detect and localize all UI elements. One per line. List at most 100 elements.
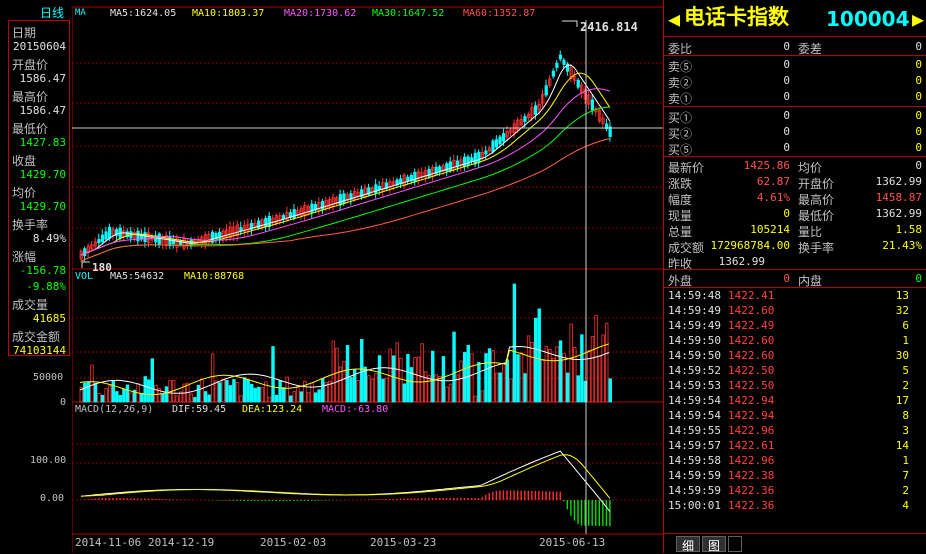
volume-bar [147, 379, 151, 403]
candle [97, 239, 101, 244]
volume-bar [342, 360, 346, 403]
turnover-q-value: 21.43% [882, 239, 922, 252]
candle [576, 79, 580, 88]
volume-bar [164, 386, 169, 403]
tick-price: 1422.60 [728, 304, 775, 317]
quote-panel: ◀ 电话卡指数 100004 ▶ 委比 0 委差 0 卖⑤ 0 0 卖② 0 0… [663, 0, 926, 553]
tick-row: 15:00:01 1422.36 4 [664, 499, 926, 514]
volume-bar [193, 397, 197, 403]
volume-bar [541, 359, 545, 403]
volume-bar [292, 391, 296, 403]
candle [100, 234, 105, 243]
total-value: 105214 [750, 223, 790, 236]
left-info-panel: 日期 20150604 开盘价 1586.47 最高价 1586.47 最低价 … [8, 20, 70, 357]
open-label: 开盘价 [12, 58, 49, 72]
latest-label: 最新价 [668, 161, 705, 175]
left-arrow-icon[interactable]: ◀ [668, 9, 680, 29]
low-label: 最低价 [12, 122, 49, 136]
index-name: 电话卡指数 [684, 5, 789, 29]
tick-volume: 2 [902, 484, 909, 497]
tick-price: 1422.94 [728, 409, 775, 422]
vol-ma10-label: MA10:88768 [184, 271, 245, 282]
macd-tick-0: 0.00 [40, 493, 65, 504]
volume-bar [374, 373, 378, 403]
volume-bar [310, 382, 314, 403]
volume-bar [576, 375, 580, 403]
macd-dif-line [80, 450, 611, 512]
chart-area[interactable]: MA MA5:1624.05 MA10:1803.37 MA20:1730.62… [72, 0, 663, 553]
volume-bar [331, 340, 336, 403]
volume-bar [466, 344, 470, 403]
volume-bar [253, 387, 257, 403]
tick-volume: 3 [902, 424, 909, 437]
candle [342, 193, 346, 205]
avgp-value: 0 [915, 159, 922, 172]
volume-bar [242, 377, 247, 403]
turnover-value: 8.49% [32, 232, 66, 245]
date-value: 20150604 [13, 40, 66, 53]
candle [533, 105, 538, 115]
turnover-label: 换手率 [12, 218, 49, 232]
candle [523, 116, 527, 123]
volume-bar [271, 346, 275, 403]
volume-bar [537, 308, 541, 403]
volume-bar [235, 382, 240, 403]
tick-time: 14:59:57 [668, 439, 721, 452]
open-price-value: 1362.99 [875, 175, 922, 188]
candle [292, 209, 296, 219]
vol-label: VOL [75, 271, 94, 282]
tick-time: 14:59:54 [668, 394, 721, 407]
avgp-label: 均价 [798, 161, 823, 175]
volume-bar [267, 396, 272, 403]
tick-time: 14:59:52 [668, 364, 721, 377]
weicha-value: 0 [915, 40, 922, 53]
volume-bar [448, 383, 453, 403]
volume-bar [189, 393, 194, 403]
volume-bar [384, 377, 389, 403]
tick-time: 14:59:48 [668, 289, 721, 302]
buy1-label: 买① [668, 111, 693, 125]
volume-bar [100, 394, 105, 403]
amount-label: 成交金额 [12, 330, 61, 344]
tick-volume: 4 [902, 499, 909, 512]
tick-price: 1422.50 [728, 364, 775, 377]
candle [473, 152, 477, 165]
candle [157, 233, 161, 246]
volume-bar [335, 347, 339, 403]
x-tick-2: 2014-12-19 [148, 536, 215, 549]
amount-value: 74103144 [13, 344, 66, 357]
tick-price: 1422.36 [728, 499, 775, 512]
avg-value: 1429.70 [19, 200, 66, 213]
vol-tick-0: 0 [60, 397, 67, 408]
tab-chart[interactable]: 图 [702, 536, 726, 553]
candle [491, 140, 495, 153]
volume-bar [125, 384, 130, 403]
period-label[interactable]: 日线 [40, 7, 64, 19]
tick-price: 1422.96 [728, 424, 775, 437]
tab-detail[interactable]: 细 [676, 536, 700, 553]
low-price-value: 1362.99 [875, 207, 922, 220]
volume-bar [306, 392, 311, 403]
volume-bar [196, 384, 201, 403]
tick-row: 14:59:53 1422.50 2 [664, 379, 926, 394]
volume-bar [505, 359, 509, 403]
volume-bar [207, 394, 211, 403]
sell2-label: 卖② [668, 76, 693, 90]
ma30-label: MA30:1647.52 [372, 8, 445, 19]
tab-bar: 细 图 [664, 535, 926, 553]
macd-title: MACD(12,26,9) [75, 404, 154, 415]
x-tick-4: 2015-03-23 [370, 536, 437, 549]
close-value: 1429.70 [19, 168, 66, 181]
volume-bar [139, 392, 144, 403]
right-arrow-icon[interactable]: ▶ [912, 9, 924, 29]
ma-label: MA [75, 8, 86, 18]
volume-value: 41685 [32, 312, 66, 325]
tick-price: 1422.60 [728, 349, 775, 362]
high-marker: 2416.814 [580, 20, 638, 34]
candle [494, 139, 499, 148]
volume-bar [129, 392, 133, 403]
volume-bar [452, 331, 456, 403]
tick-row: 14:59:52 1422.50 5 [664, 364, 926, 379]
close-label: 收盘 [12, 154, 37, 168]
candle [470, 157, 474, 162]
